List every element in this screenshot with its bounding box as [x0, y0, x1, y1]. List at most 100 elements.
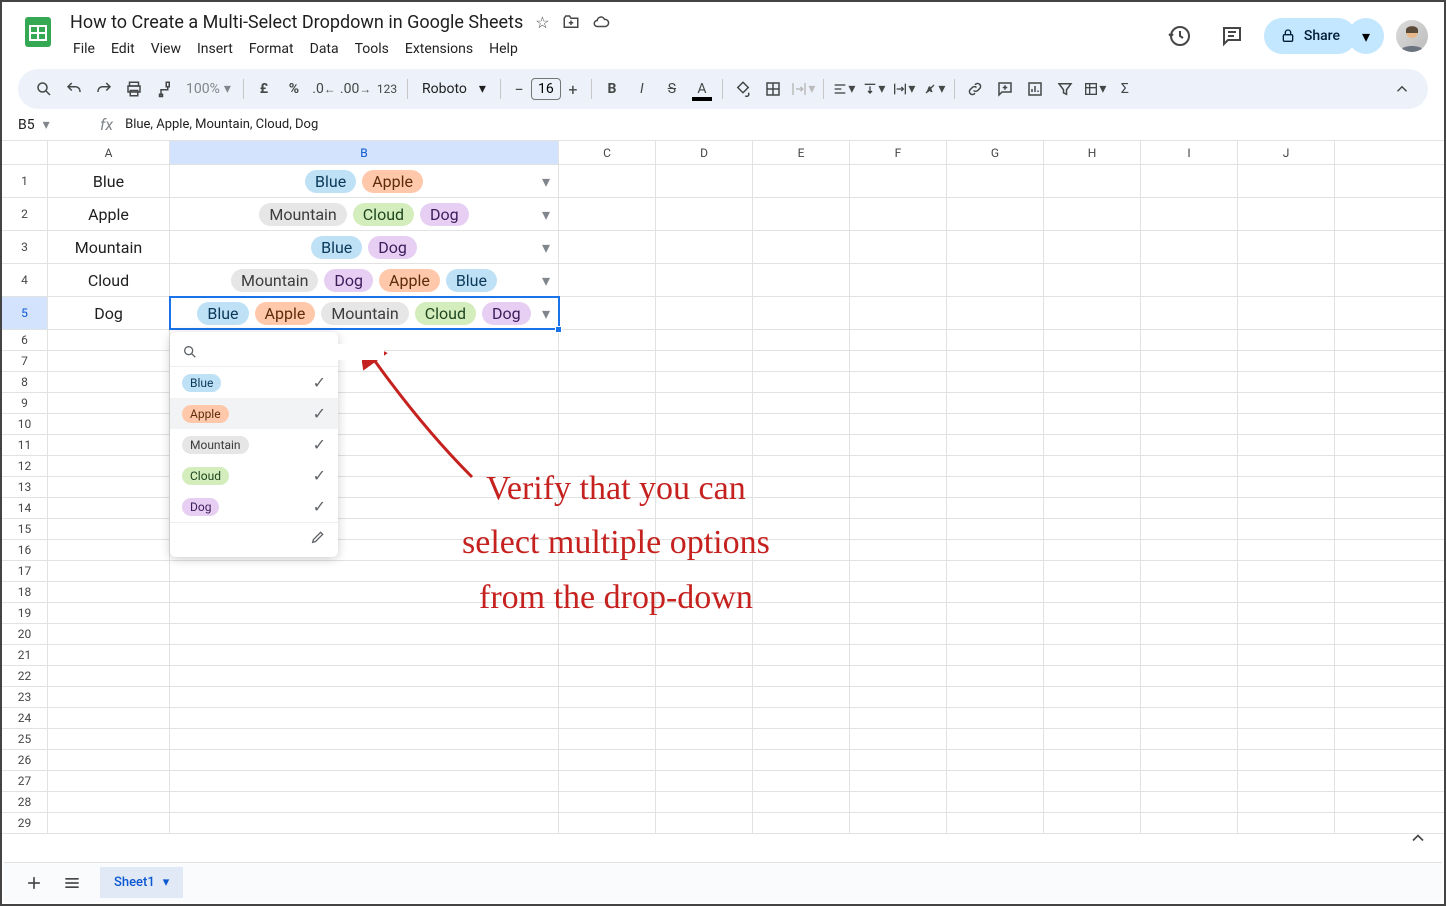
cell[interactable] [559, 813, 656, 833]
cell[interactable] [656, 498, 753, 518]
cell[interactable]: Cloud [48, 264, 170, 296]
cell[interactable] [850, 771, 947, 791]
avatar[interactable] [1396, 20, 1428, 52]
menu-file[interactable]: File [66, 37, 102, 61]
cell[interactable] [656, 540, 753, 560]
cell[interactable] [1238, 372, 1335, 392]
cell[interactable] [1141, 165, 1238, 197]
currency-icon[interactable]: £ [250, 75, 278, 103]
font-size-decrease[interactable]: − [507, 77, 531, 101]
cell[interactable] [850, 666, 947, 686]
menu-tools[interactable]: Tools [348, 37, 396, 61]
fill-color-icon[interactable] [729, 75, 757, 103]
row-header[interactable]: 21 [2, 645, 48, 665]
cell[interactable] [48, 603, 170, 623]
bold-icon[interactable]: B [598, 75, 626, 103]
cell[interactable] [1141, 498, 1238, 518]
cell[interactable] [1238, 708, 1335, 728]
cell[interactable] [753, 750, 850, 770]
chevron-down-icon[interactable]: ▾ [542, 271, 550, 290]
col-header-J[interactable]: J [1238, 141, 1335, 164]
cell[interactable] [559, 645, 656, 665]
cell[interactable] [559, 561, 656, 581]
h-align-icon[interactable]: ▾ [830, 75, 858, 103]
cell[interactable] [1141, 414, 1238, 434]
add-sheet-button[interactable] [24, 873, 44, 893]
cell[interactable] [1044, 624, 1141, 644]
cell[interactable] [947, 198, 1044, 230]
cell[interactable] [1044, 540, 1141, 560]
cell[interactable] [656, 393, 753, 413]
dropdown-option[interactable]: Mountain✓ [170, 429, 338, 460]
cell[interactable] [48, 582, 170, 602]
cell[interactable] [1238, 624, 1335, 644]
cell[interactable] [170, 813, 559, 833]
text-color-icon[interactable]: A [688, 75, 716, 103]
cell[interactable] [947, 519, 1044, 539]
cell[interactable] [947, 477, 1044, 497]
row-header[interactable]: 11 [2, 435, 48, 455]
zoom-dropdown[interactable]: 100% ▾ [180, 81, 237, 97]
dropdown-option[interactable]: Blue✓ [170, 367, 338, 398]
cell[interactable] [1238, 519, 1335, 539]
cell[interactable] [559, 297, 656, 329]
cell[interactable] [1044, 561, 1141, 581]
row-header[interactable]: 22 [2, 666, 48, 686]
cell[interactable] [656, 519, 753, 539]
menu-help[interactable]: Help [482, 37, 525, 61]
cell[interactable] [48, 561, 170, 581]
cell[interactable] [850, 330, 947, 350]
cell[interactable] [1044, 666, 1141, 686]
cell[interactable] [1044, 771, 1141, 791]
cell[interactable] [947, 498, 1044, 518]
cell[interactable] [656, 792, 753, 812]
cell[interactable] [1141, 456, 1238, 476]
cell[interactable] [48, 414, 170, 434]
cell[interactable] [1044, 165, 1141, 197]
cell[interactable] [1141, 771, 1238, 791]
redo-icon[interactable] [90, 75, 118, 103]
cell[interactable] [1141, 582, 1238, 602]
cell[interactable] [1238, 456, 1335, 476]
paint-format-icon[interactable] [150, 75, 178, 103]
row-header[interactable]: 8 [2, 372, 48, 392]
cell[interactable] [559, 477, 656, 497]
cell[interactable] [1141, 264, 1238, 296]
cell[interactable] [753, 687, 850, 707]
cell[interactable] [1044, 456, 1141, 476]
cell[interactable] [656, 372, 753, 392]
cell[interactable] [947, 297, 1044, 329]
cell[interactable] [1141, 792, 1238, 812]
cell[interactable] [1238, 498, 1335, 518]
print-icon[interactable] [120, 75, 148, 103]
cell[interactable] [656, 582, 753, 602]
menu-view[interactable]: View [144, 37, 188, 61]
cell[interactable] [850, 645, 947, 665]
cell[interactable] [48, 666, 170, 686]
selection-handle[interactable] [555, 326, 562, 333]
cell[interactable] [656, 729, 753, 749]
cell[interactable] [753, 624, 850, 644]
dropdown-option[interactable]: Dog✓ [170, 491, 338, 522]
cell[interactable] [1238, 750, 1335, 770]
cell[interactable] [48, 477, 170, 497]
row-header[interactable]: 6 [2, 330, 48, 350]
row-header[interactable]: 7 [2, 351, 48, 371]
col-header-F[interactable]: F [850, 141, 947, 164]
cell[interactable] [1044, 603, 1141, 623]
functions-icon[interactable]: Σ [1111, 75, 1139, 103]
cell[interactable] [850, 708, 947, 728]
cell[interactable] [850, 624, 947, 644]
cell[interactable] [947, 561, 1044, 581]
cell-dropdown[interactable]: BlueApple▾ [170, 165, 559, 197]
decrease-decimal-icon[interactable]: .0← [310, 75, 338, 103]
col-header-I[interactable]: I [1141, 141, 1238, 164]
cell[interactable] [850, 498, 947, 518]
merge-icon[interactable]: ▾ [789, 75, 817, 103]
cell[interactable] [170, 708, 559, 728]
cell[interactable] [753, 813, 850, 833]
history-icon[interactable] [1160, 16, 1200, 56]
cell[interactable] [850, 231, 947, 263]
cell[interactable] [1238, 813, 1335, 833]
cell[interactable] [947, 435, 1044, 455]
